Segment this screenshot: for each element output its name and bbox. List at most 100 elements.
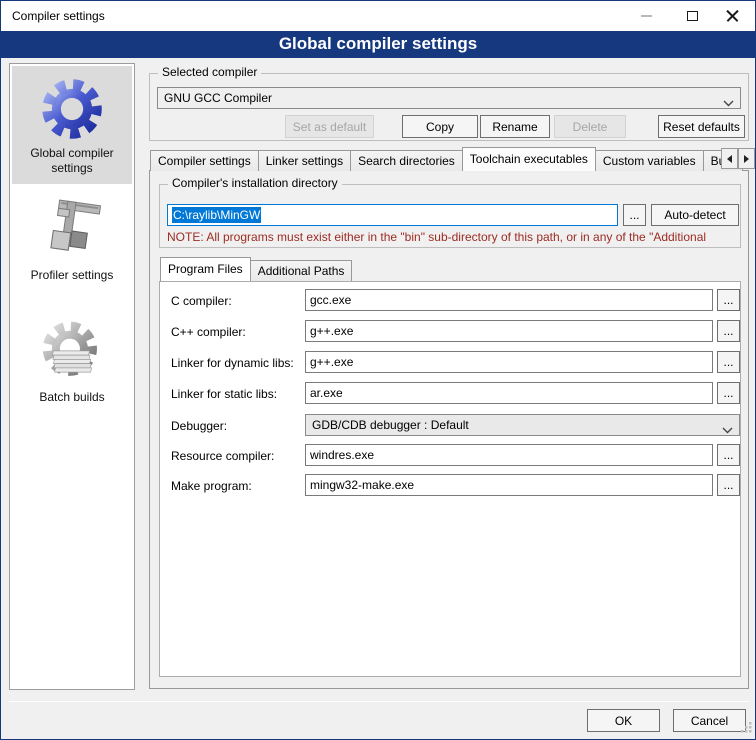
minimize-icon <box>641 15 652 17</box>
tab-custom-variables[interactable]: Custom variables <box>595 150 704 171</box>
close-button[interactable] <box>715 1 749 31</box>
install-dir-input[interactable]: C:\raylib\MinGW <box>167 204 618 226</box>
sidebar-item-label: Profiler settings <box>12 268 132 283</box>
linker-dynamic-input[interactable]: g++.exe <box>305 351 713 373</box>
make-program-browse-button[interactable]: ... <box>717 474 740 496</box>
button-label: Set as default <box>293 120 366 134</box>
gray-gear-stack-icon <box>12 316 132 390</box>
ok-button[interactable]: OK <box>587 709 660 732</box>
tab-label: Additional Paths <box>258 264 345 278</box>
group-label: Selected compiler <box>158 65 261 79</box>
linker-static-input[interactable]: ar.exe <box>305 382 713 404</box>
compiler-settings-dialog: Compiler settings Global compiler settin… <box>0 0 756 740</box>
field-value: mingw32-make.exe <box>310 478 414 492</box>
tab-scroll-right-button[interactable] <box>738 148 755 169</box>
button-label: ... <box>629 208 639 222</box>
tab-linker-settings[interactable]: Linker settings <box>258 150 351 171</box>
button-label: ... <box>723 386 733 400</box>
button-label: ... <box>723 355 733 369</box>
install-dir-note: NOTE: All programs must exist either in … <box>167 230 740 244</box>
resource-compiler-input[interactable]: windres.exe <box>305 444 713 466</box>
linker-dynamic-browse-button[interactable]: ... <box>717 351 740 373</box>
caliper-icon <box>12 194 132 268</box>
group-label: Compiler's installation directory <box>168 176 342 190</box>
window-title: Compiler settings <box>12 9 105 23</box>
cpp-compiler-browse-button[interactable]: ... <box>717 320 740 342</box>
c-compiler-input[interactable]: gcc.exe <box>305 289 713 311</box>
field-label-linker-dynamic: Linker for dynamic libs: <box>171 356 301 370</box>
resize-grip-icon[interactable] <box>740 721 752 736</box>
button-label: ... <box>723 293 733 307</box>
maximize-icon <box>687 11 698 21</box>
cancel-button[interactable]: Cancel <box>673 709 746 732</box>
install-dir-value: C:\raylib\MinGW <box>172 207 261 223</box>
chevron-down-icon <box>723 96 734 110</box>
cpp-compiler-input[interactable]: g++.exe <box>305 320 713 342</box>
linker-static-browse-button[interactable]: ... <box>717 382 740 404</box>
compiler-select[interactable]: GNU GCC Compiler <box>157 87 741 109</box>
field-value: windres.exe <box>310 448 374 462</box>
resource-compiler-browse-button[interactable]: ... <box>717 444 740 466</box>
maximize-button[interactable] <box>675 1 709 31</box>
tab-label: Search directories <box>358 154 455 168</box>
button-label: ... <box>723 478 733 492</box>
field-value: GDB/CDB debugger : Default <box>312 418 469 432</box>
button-label: Rename <box>492 120 537 134</box>
compiler-select-value: GNU GCC Compiler <box>164 91 272 105</box>
button-label: Reset defaults <box>663 120 740 134</box>
tab-search-directories[interactable]: Search directories <box>350 150 463 171</box>
button-label: Delete <box>573 120 608 134</box>
titlebar[interactable]: Compiler settings <box>1 1 755 31</box>
reset-defaults-button[interactable]: Reset defaults <box>658 115 745 138</box>
field-label-make-program: Make program: <box>171 479 301 493</box>
button-label: Auto-detect <box>664 208 725 222</box>
program-tabstrip: Program Files Additional Paths <box>160 257 351 281</box>
sidebar-item-batch-builds[interactable]: Batch builds <box>12 310 132 428</box>
close-icon <box>726 10 739 23</box>
field-value: gcc.exe <box>310 293 351 307</box>
arrow-right-icon <box>744 155 749 163</box>
tab-label: Custom variables <box>603 154 696 168</box>
sidebar-item-global-compiler-settings[interactable]: Global compiler settings <box>12 66 132 184</box>
debugger-select[interactable]: GDB/CDB debugger : Default <box>305 414 740 436</box>
field-value: g++.exe <box>310 355 353 369</box>
field-label-c-compiler: C compiler: <box>171 294 301 308</box>
field-value: g++.exe <box>310 324 353 338</box>
c-compiler-browse-button[interactable]: ... <box>717 289 740 311</box>
make-program-input[interactable]: mingw32-make.exe <box>305 474 713 496</box>
arrow-left-icon <box>727 155 732 163</box>
copy-button[interactable]: Copy <box>402 115 478 138</box>
field-label-resource-compiler: Resource compiler: <box>171 449 301 463</box>
button-label: ... <box>723 324 733 338</box>
chevron-down-icon <box>722 423 733 437</box>
tab-label: Toolchain executables <box>470 152 588 166</box>
field-value: ar.exe <box>310 386 343 400</box>
field-label-linker-static: Linker for static libs: <box>171 387 301 401</box>
auto-detect-button[interactable]: Auto-detect <box>651 204 739 226</box>
button-label: Copy <box>426 120 454 134</box>
button-label: Cancel <box>691 714 728 728</box>
delete-button: Delete <box>554 115 626 138</box>
tab-additional-paths[interactable]: Additional Paths <box>250 260 353 281</box>
rename-button[interactable]: Rename <box>480 115 550 138</box>
sidebar-item-profiler-settings[interactable]: Profiler settings <box>12 188 132 306</box>
field-label-cpp-compiler: C++ compiler: <box>171 325 301 339</box>
button-label: ... <box>723 448 733 462</box>
tab-label: Linker settings <box>266 154 343 168</box>
tab-scroll-left-button[interactable] <box>721 148 738 169</box>
button-label: OK <box>615 714 632 728</box>
blue-gear-icon <box>12 72 132 146</box>
tab-toolchain-executables[interactable]: Toolchain executables <box>462 147 596 171</box>
field-label-debugger: Debugger: <box>171 419 301 433</box>
tab-compiler-settings[interactable]: Compiler settings <box>150 150 259 171</box>
minimize-button[interactable] <box>629 1 663 31</box>
sidebar-item-label: Global compiler settings <box>12 146 132 176</box>
tab-label: Compiler settings <box>158 154 251 168</box>
install-dir-browse-button[interactable]: ... <box>623 204 646 226</box>
settings-sidebar: Global compiler settings Profiler settin… <box>9 63 135 690</box>
tab-label: Program Files <box>168 262 243 276</box>
main-tabstrip: Compiler settings Linker settings Search… <box>150 147 742 171</box>
tab-program-files[interactable]: Program Files <box>160 257 251 281</box>
sidebar-item-label: Batch builds <box>12 390 132 405</box>
footer-divider <box>9 701 749 702</box>
